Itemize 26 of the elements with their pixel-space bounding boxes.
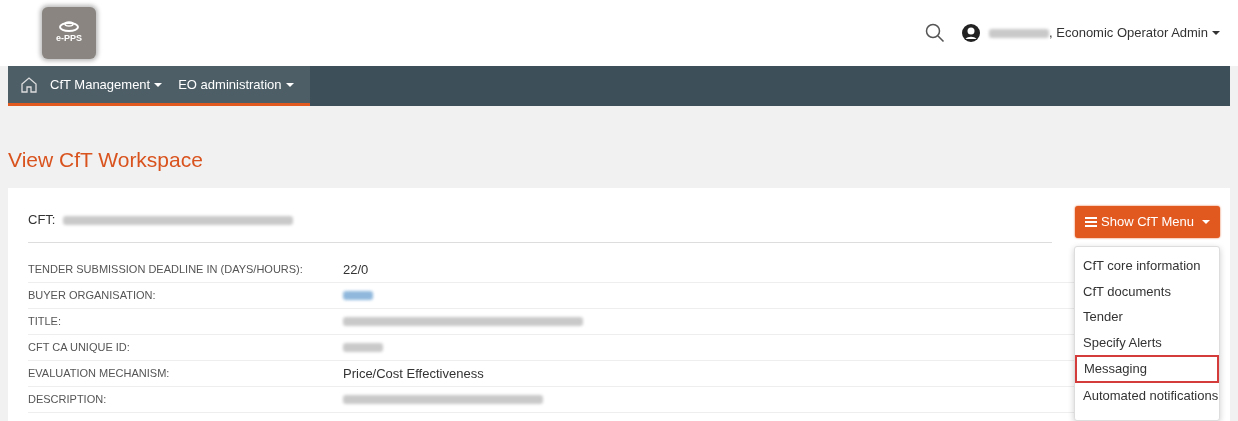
field-label: BUYER ORGANISATION:: [28, 288, 157, 304]
field-label: TITLE:: [28, 314, 62, 330]
field-value: Price/Cost Effectiveness: [343, 365, 484, 381]
list-icon: [1085, 216, 1098, 227]
menu-item[interactable]: Automated notifications: [1075, 382, 1219, 408]
field-label: CFT CA UNIQUE ID:: [28, 340, 131, 356]
cft-label: CFT:: [28, 211, 56, 230]
nav-menu[interactable]: EO administration: [174, 74, 298, 95]
menu-item[interactable]: Messaging: [1075, 355, 1219, 383]
show-menu-button[interactable]: Show CfT Menu: [1075, 206, 1220, 238]
menu-item[interactable]: Specify Alerts: [1075, 329, 1219, 355]
field-label: DESCRIPTION:: [28, 392, 108, 408]
logo: e-PPS: [42, 7, 96, 59]
search-icon[interactable]: [925, 23, 946, 43]
page-title: View CfT Workspace: [7, 147, 204, 173]
menu-item[interactable]: CfT documents: [1075, 278, 1219, 304]
field-label: TENDER SUBMISSION DEADLINE IN (DAYS/HOURS):: [28, 262, 304, 278]
user-avatar-icon: [961, 23, 982, 43]
home-icon[interactable]: [20, 75, 38, 94]
field-value: 22/0: [343, 261, 369, 277]
redacted-text: [989, 28, 1050, 38]
menu-item[interactable]: CfT core information: [1075, 253, 1219, 279]
field-label: EVALUATION MECHANISM:: [28, 366, 171, 382]
user-menu[interactable]: , Economic Operator Admin: [985, 23, 1224, 43]
nav-menu[interactable]: CfT Management: [46, 74, 167, 95]
menu-item[interactable]: Tender: [1075, 304, 1219, 330]
